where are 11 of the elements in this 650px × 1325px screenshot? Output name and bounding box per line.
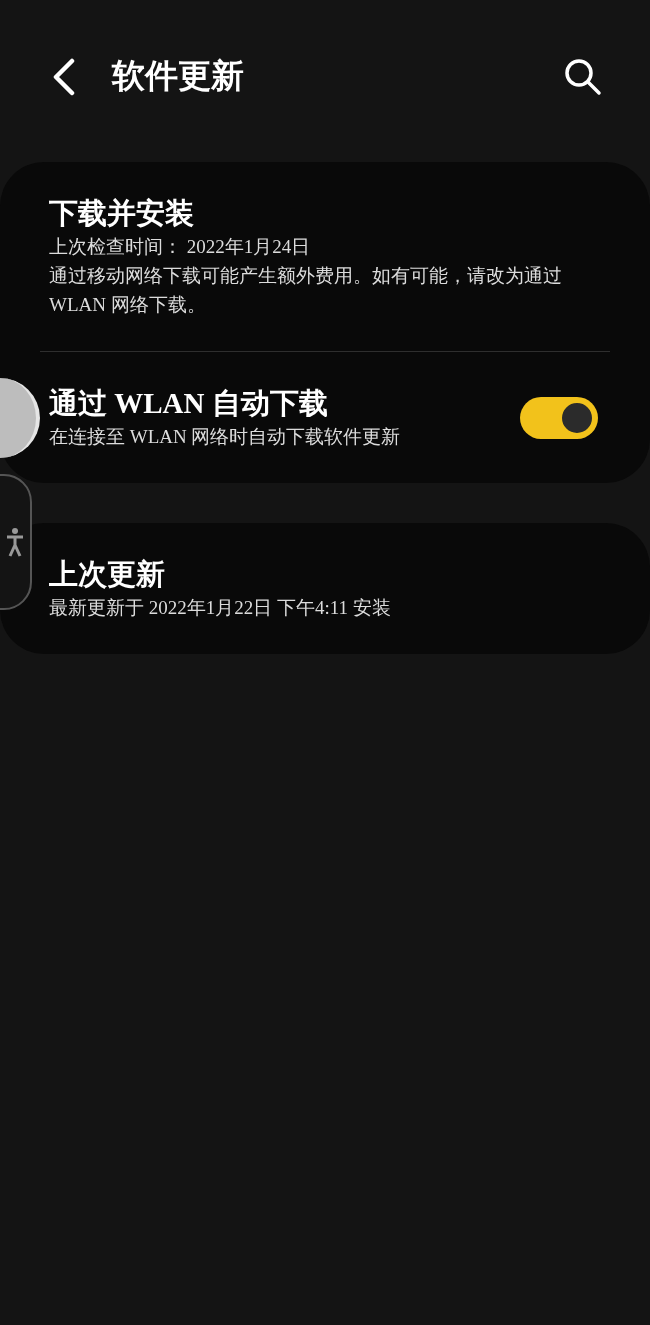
row-description: 通过移动网络下载可能产生额外费用。如有可能，请改为通过 WLAN 网络下载。 (49, 264, 563, 317)
search-icon[interactable] (564, 58, 602, 96)
accessibility-icon (6, 527, 24, 557)
row-title: 通过 WLAN 自动下载 (49, 386, 329, 421)
row-title: 下载并安装 (49, 196, 195, 231)
row-description: 上次检查时间： 2022年1月24日 (49, 235, 312, 259)
page-title: 软件更新 (112, 57, 245, 97)
row-title: 上次更新 (49, 557, 166, 592)
row-description: 在连接至 WLAN 网络时自动下载软件更新 (49, 425, 402, 449)
row-description: 最新更新于 2022年1月22日 下午4:11 安装 (49, 596, 392, 620)
toggle-switch[interactable] (520, 396, 598, 439)
